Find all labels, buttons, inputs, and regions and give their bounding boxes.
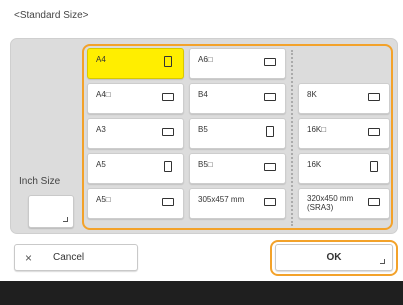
paper-size-a5r[interactable]: A5□: [87, 188, 184, 219]
paper-size-a6r[interactable]: A6□: [189, 48, 286, 79]
paper-size-305x457[interactable]: 305x457 mm: [189, 188, 286, 219]
cancel-label: Cancel: [53, 252, 85, 263]
paper-size-b4[interactable]: B4: [189, 83, 286, 114]
inch-size-label: Inch Size: [19, 176, 61, 187]
paper-size-label: B5: [198, 125, 208, 134]
paper-size-label: B5□: [198, 160, 213, 169]
paper-size-label: B4: [198, 90, 208, 99]
close-icon: ×: [25, 251, 33, 265]
submenu-corner-icon: [63, 217, 68, 222]
paper-size-label: A5: [96, 160, 106, 169]
paper-size-a4r[interactable]: A4□: [87, 83, 184, 114]
landscape-orientation-icon: [368, 198, 380, 206]
paper-size-label: 305x457 mm: [198, 195, 245, 204]
paper-size-320x450-sra3[interactable]: 320x450 mm (SRA3): [298, 188, 390, 219]
paper-size-label: A4: [96, 55, 106, 64]
landscape-orientation-icon: [264, 198, 276, 206]
landscape-orientation-icon: [162, 93, 174, 101]
paper-size-label: 16K: [307, 160, 322, 169]
portrait-orientation-icon: [370, 161, 378, 172]
paper-size-label: A5□: [96, 195, 111, 204]
landscape-orientation-icon: [264, 58, 276, 66]
column-divider: [291, 50, 293, 226]
paper-size-16kr[interactable]: 16K□: [298, 118, 390, 149]
portrait-orientation-icon: [164, 56, 172, 67]
bottom-status-bar: [0, 281, 403, 305]
paper-size-label: A6□: [198, 55, 213, 64]
paper-size-b5r[interactable]: B5□: [189, 153, 286, 184]
inch-size-button[interactable]: [28, 195, 74, 228]
portrait-orientation-icon: [164, 161, 172, 172]
paper-size-label: 16K□: [307, 125, 327, 134]
paper-size-label: 320x450 mm (SRA3): [307, 194, 354, 212]
paper-size-label: 8K: [307, 90, 317, 99]
paper-size-b5[interactable]: B5: [189, 118, 286, 149]
ok-button[interactable]: OK: [275, 244, 393, 271]
ok-label: OK: [326, 252, 342, 263]
paper-size-8k[interactable]: 8K: [298, 83, 390, 114]
landscape-orientation-icon: [264, 93, 276, 101]
paper-size-a3[interactable]: A3: [87, 118, 184, 149]
landscape-orientation-icon: [368, 93, 380, 101]
cancel-button[interactable]: × Cancel: [14, 244, 138, 271]
paper-size-16k[interactable]: 16K: [298, 153, 390, 184]
paper-size-label: A4□: [96, 90, 111, 99]
paper-size-label: A3: [96, 125, 106, 134]
submenu-corner-icon: [380, 259, 385, 264]
landscape-orientation-icon: [264, 163, 276, 171]
portrait-orientation-icon: [266, 126, 274, 137]
landscape-orientation-icon: [162, 128, 174, 136]
paper-size-a4[interactable]: A4: [87, 48, 184, 79]
landscape-orientation-icon: [368, 128, 380, 136]
dialog-title: <Standard Size>: [14, 10, 89, 21]
landscape-orientation-icon: [162, 198, 174, 206]
paper-size-a5[interactable]: A5: [87, 153, 184, 184]
